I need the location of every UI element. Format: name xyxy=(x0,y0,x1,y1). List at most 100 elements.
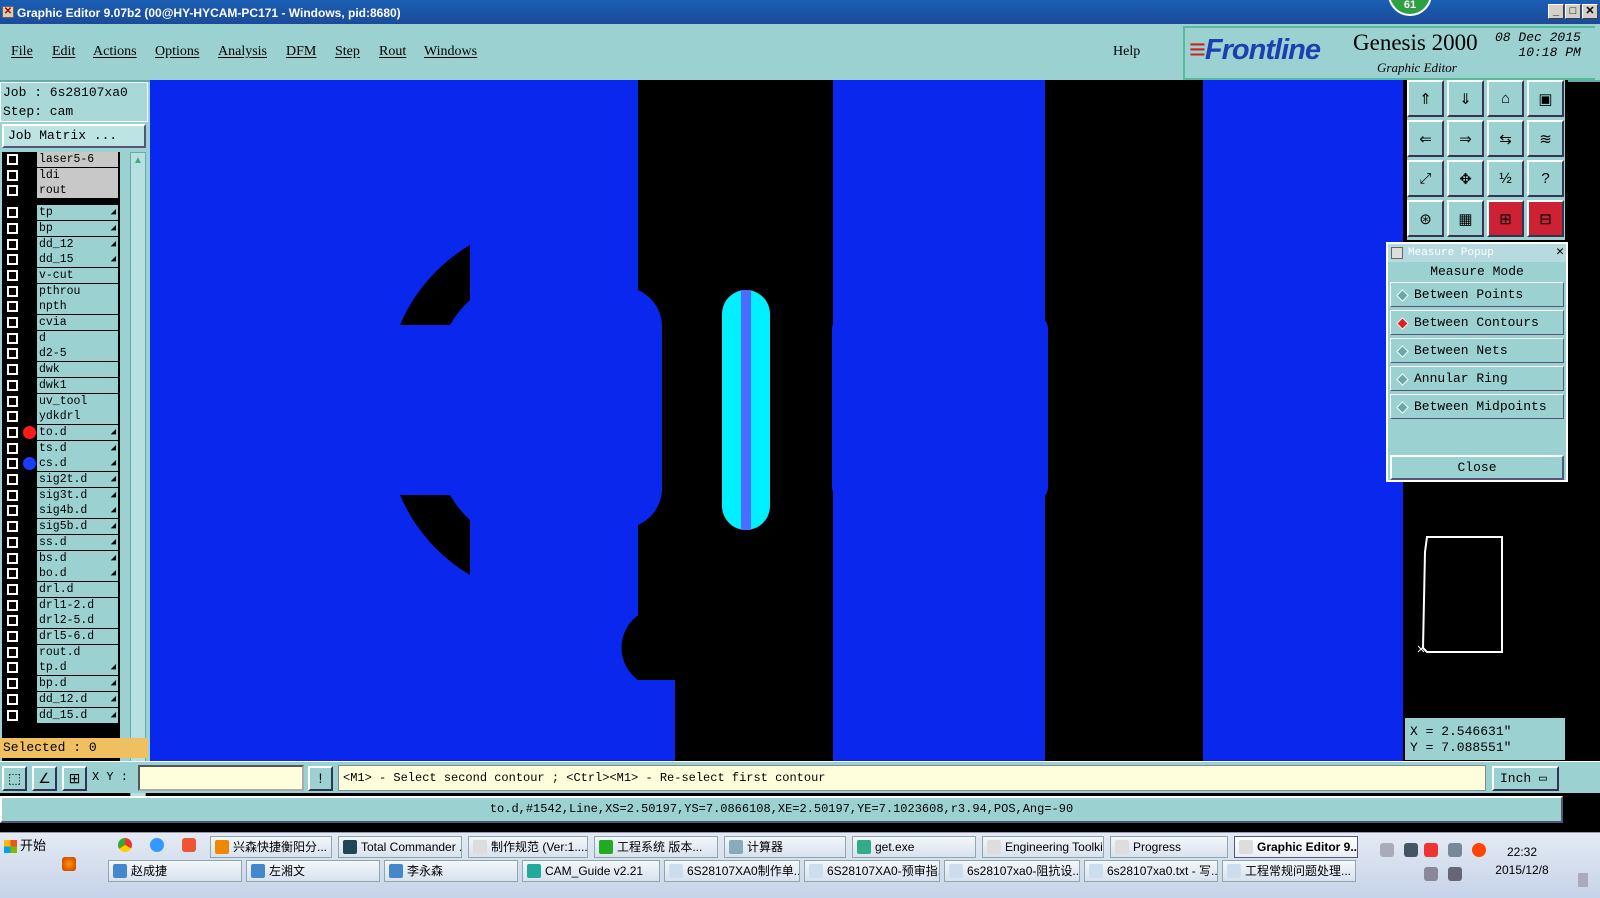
layer-checkbox[interactable] xyxy=(7,285,18,297)
network-icon[interactable] xyxy=(1380,843,1394,857)
layer-checkbox[interactable] xyxy=(7,631,18,642)
system-clock[interactable]: 22:32 2015/12/8 xyxy=(1492,843,1552,879)
layer-name[interactable]: bs.d xyxy=(37,550,118,566)
layer-checkbox[interactable] xyxy=(7,536,18,548)
layer-checkbox[interactable] xyxy=(7,442,18,454)
maximize-button[interactable]: □ xyxy=(1565,4,1581,19)
info-icon[interactable]: ! xyxy=(308,766,333,791)
layer-row[interactable]: drl1-2.d xyxy=(2,597,120,613)
taskbar-button[interactable]: 左湘文 xyxy=(246,860,380,882)
taskbar-button[interactable]: 兴森快捷衡阳分... xyxy=(210,836,332,858)
layer-name[interactable]: rout xyxy=(37,183,118,199)
layer-name[interactable]: sig3t.d xyxy=(37,487,118,503)
layer-checkbox[interactable] xyxy=(7,458,18,470)
layer-checkbox[interactable] xyxy=(7,552,18,564)
xy-input[interactable] xyxy=(138,765,304,791)
layer-row[interactable]: laser5-6 xyxy=(2,152,120,167)
layer-checkbox[interactable] xyxy=(7,185,18,197)
taskbar-button[interactable]: 6S28107XA0制作单.... xyxy=(664,860,800,882)
menu-edit[interactable]: Edit xyxy=(52,44,75,60)
layer-row[interactable]: sig2t.d ◢ xyxy=(2,472,120,487)
layer-row[interactable]: ts.d ◢ xyxy=(2,440,120,456)
layer-row[interactable]: sig3t.d ◢ xyxy=(2,487,120,503)
layer-row[interactable]: d xyxy=(2,330,120,346)
layer-checkbox[interactable] xyxy=(7,238,18,250)
layer-name[interactable]: dwk xyxy=(37,362,118,378)
layer-checkbox[interactable] xyxy=(7,332,18,344)
taskbar-button[interactable]: Total Commander ... xyxy=(338,836,462,858)
layer-checkbox[interactable] xyxy=(7,254,18,266)
layer-name[interactable]: ydkdrl xyxy=(37,409,118,425)
layer-row[interactable]: drl.d xyxy=(2,581,120,597)
layer-row[interactable]: sig4b.d ◢ xyxy=(2,503,120,519)
taskbar-button[interactable]: 工程系统 版本... xyxy=(594,836,718,858)
layer-checkbox[interactable] xyxy=(7,615,18,627)
layer-row[interactable]: bp.d ◢ xyxy=(2,676,120,692)
move-down-icon[interactable]: ⇓ xyxy=(1447,80,1484,117)
help-icon[interactable]: ? xyxy=(1527,160,1564,197)
layer-checkbox[interactable] xyxy=(7,379,18,391)
taskbar-button[interactable]: 工程常规问题处理... xyxy=(1222,860,1356,882)
layer-name[interactable]: bp.d xyxy=(37,676,118,692)
window-titlebar[interactable]: ✕ Graphic Editor 9.07b2 (00@HY-HYCAM-PC1… xyxy=(0,0,1600,24)
measure-tool-icon[interactable]: ∠ xyxy=(32,766,57,791)
minimize-button[interactable]: _ xyxy=(1548,4,1564,19)
layer-row[interactable]: ydkdrl xyxy=(2,409,120,425)
layer-row[interactable]: rout xyxy=(2,183,120,199)
layer-name[interactable]: npth xyxy=(37,299,118,315)
layer-name[interactable]: ss.d xyxy=(37,534,118,550)
layer-checkbox[interactable] xyxy=(7,599,18,611)
layer-row[interactable]: npth xyxy=(2,299,120,315)
layer-name[interactable]: cs.d xyxy=(37,456,118,472)
taskbar-button[interactable]: 计算器 xyxy=(724,836,846,858)
units-button[interactable]: Inch ▭ xyxy=(1492,766,1559,791)
notification-badge[interactable]: 61 xyxy=(1388,0,1432,16)
layer-row[interactable]: rout.d xyxy=(2,644,120,660)
volume-icon[interactable] xyxy=(1448,867,1462,881)
layer-name[interactable]: dd_15 xyxy=(37,252,118,268)
menu-actions[interactable]: Actions xyxy=(93,44,137,60)
layer-row[interactable]: tp ◢ xyxy=(2,205,120,221)
start-button[interactable]: 开始 xyxy=(2,836,52,858)
close-button[interactable]: ✕ xyxy=(1582,4,1598,19)
layer-row[interactable]: dd_12 ◢ xyxy=(2,236,120,252)
layer-name[interactable]: pthrou xyxy=(37,283,118,299)
layer-name[interactable]: drl5-6.d xyxy=(37,629,118,644)
taskbar-button[interactable]: get.exe xyxy=(852,836,976,858)
move-right-icon[interactable]: ⇒ xyxy=(1447,120,1484,157)
scale-1-2-icon[interactable]: ½ xyxy=(1487,160,1524,197)
taskbar-button[interactable]: CAM_Guide v2.21 xyxy=(522,860,660,882)
app-quick-icon[interactable] xyxy=(182,838,196,852)
layer-name[interactable]: drl2-5.d xyxy=(37,613,118,629)
taskbar-button[interactable]: 制作规范 (Ver:1.... xyxy=(468,836,588,858)
snap-icon[interactable]: ⊛ xyxy=(1407,200,1444,237)
mode-between-nets[interactable]: Between Nets xyxy=(1390,338,1564,363)
menu-dfm[interactable]: DFM xyxy=(286,44,316,60)
home-icon[interactable]: ⌂ xyxy=(1487,80,1524,117)
menu-step[interactable]: Step xyxy=(335,44,360,60)
snap-grid-icon[interactable]: ⊞ xyxy=(62,766,87,791)
chrome-icon[interactable] xyxy=(118,838,132,852)
layer-name[interactable]: d xyxy=(37,330,118,346)
tray-device-icon[interactable] xyxy=(1448,843,1462,857)
layer-row[interactable]: cvia xyxy=(2,315,120,330)
layer-name[interactable]: dd_12 xyxy=(37,236,118,252)
layer-row[interactable]: dwk1 xyxy=(2,377,120,393)
layer-name[interactable]: drl1-2.d xyxy=(37,597,118,613)
mode-between-contours[interactable]: Between Contours xyxy=(1390,310,1564,335)
menu-analysis[interactable]: Analysis xyxy=(218,44,267,60)
layer-checkbox[interactable] xyxy=(7,646,18,658)
mode-between-points[interactable]: Between Points xyxy=(1390,282,1564,307)
layer-name[interactable]: ts.d xyxy=(37,440,118,456)
layer-row[interactable]: drl5-6.d xyxy=(2,629,120,644)
layer-name[interactable]: v-cut xyxy=(37,267,118,283)
board-preview[interactable] xyxy=(1405,522,1561,716)
menu-options[interactable]: Options xyxy=(155,44,199,60)
menu-file[interactable]: File xyxy=(11,44,33,60)
layer-checkbox[interactable] xyxy=(7,426,18,438)
layer-row[interactable]: dwk xyxy=(2,362,120,378)
layer-checkbox[interactable] xyxy=(7,348,18,360)
layer-checkbox[interactable] xyxy=(7,395,18,407)
layer-name[interactable]: bp xyxy=(37,220,118,236)
popup-close-icon[interactable]: ✕ xyxy=(1556,245,1564,259)
